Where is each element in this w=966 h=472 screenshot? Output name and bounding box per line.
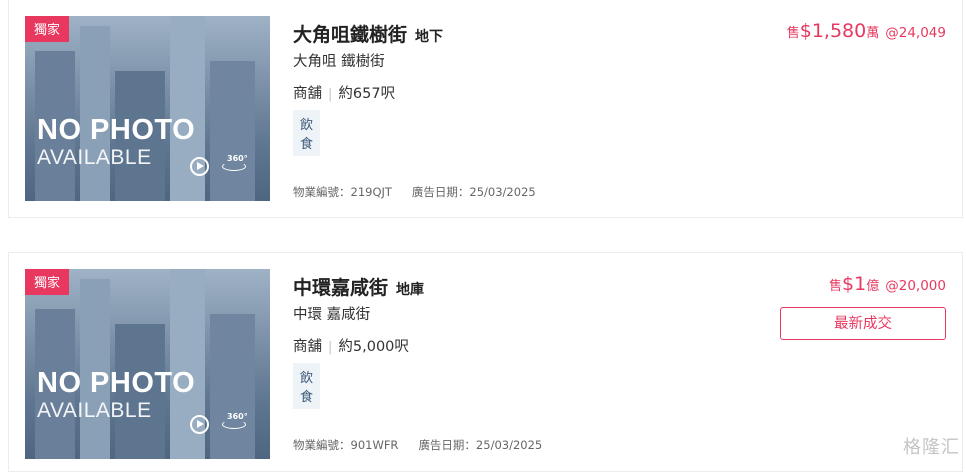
property-area: 約657呎 — [338, 86, 395, 102]
listing-photo[interactable]: NO PHOTO AVAILABLE 獨家 360° — [25, 16, 270, 201]
property-ref: 物業編號：901WFR — [293, 438, 398, 452]
type-area-row: 商舖 | 約657呎 — [293, 82, 395, 103]
title-row: 大角咀鐵樹街地下 — [293, 20, 443, 47]
usage-tag: 飲食 — [293, 363, 320, 409]
exclusive-badge: 獨家 — [25, 269, 69, 295]
property-type: 商舖 — [293, 339, 322, 355]
video-play-icon[interactable] — [190, 415, 209, 434]
listing-meta: 物業編號：901WFR 廣告日期：25/03/2025 — [293, 437, 542, 453]
listing-photo[interactable]: NO PHOTO AVAILABLE 獨家 360° — [25, 269, 270, 459]
listing-title[interactable]: 大角咀鐵樹街 — [293, 24, 407, 46]
no-photo-text: NO PHOTO — [37, 114, 195, 147]
vr-360-icon[interactable]: 360° — [220, 411, 250, 435]
separator: | — [328, 87, 332, 102]
available-text: AVAILABLE — [37, 399, 152, 423]
listing-meta: 物業編號：219QJT 廣告日期：25/03/2025 — [293, 184, 536, 200]
listing-floor: 地下 — [415, 29, 443, 45]
title-row: 中環嘉咸街地庫 — [293, 273, 424, 300]
exclusive-badge: 獨家 — [25, 16, 69, 42]
no-photo-text: NO PHOTO — [37, 367, 195, 400]
listing-address: 中環 嘉咸街 — [293, 303, 370, 324]
price-per-sqft: @24,049 — [885, 25, 946, 41]
available-text: AVAILABLE — [37, 146, 152, 170]
ad-date: 廣告日期：25/03/2025 — [418, 438, 542, 452]
listing-floor: 地庫 — [396, 282, 424, 298]
media-icons: 360° — [190, 149, 256, 187]
latest-deal-button[interactable]: 最新成交 — [780, 307, 946, 340]
listing-price: 售$1,580萬 @24,049 — [787, 20, 946, 42]
video-play-icon[interactable] — [190, 157, 209, 176]
price-value: $1 — [842, 273, 866, 295]
separator: | — [328, 340, 332, 355]
price-prefix: 售 — [829, 279, 842, 294]
listing-address: 大角咀 鐵樹街 — [293, 50, 385, 71]
property-ref: 物業編號：219QJT — [293, 185, 392, 199]
ad-date: 廣告日期：25/03/2025 — [412, 185, 536, 199]
property-area: 約5,000呎 — [338, 339, 409, 355]
listing-price: 售$1億 @20,000 — [829, 273, 946, 295]
type-area-row: 商舖 | 約5,000呎 — [293, 335, 409, 356]
watermark-logo: 格隆汇 — [903, 433, 960, 459]
media-icons: 360° — [190, 407, 256, 445]
price-value: $1,580 — [800, 20, 866, 42]
price-per-sqft: @20,000 — [885, 278, 946, 294]
listing-title[interactable]: 中環嘉咸街 — [293, 277, 388, 299]
price-unit: 億 — [866, 279, 879, 294]
price-unit: 萬 — [866, 26, 879, 41]
listing-card[interactable]: NO PHOTO AVAILABLE 獨家 360° 大角咀鐵樹街地下 大角咀 … — [8, 0, 963, 218]
vr-360-icon[interactable]: 360° — [220, 153, 250, 177]
property-type: 商舖 — [293, 86, 322, 102]
listing-card[interactable]: NO PHOTO AVAILABLE 獨家 360° 中環嘉咸街地庫 中環 嘉咸… — [8, 252, 963, 472]
usage-tag: 飲食 — [293, 110, 320, 156]
price-prefix: 售 — [787, 26, 800, 41]
